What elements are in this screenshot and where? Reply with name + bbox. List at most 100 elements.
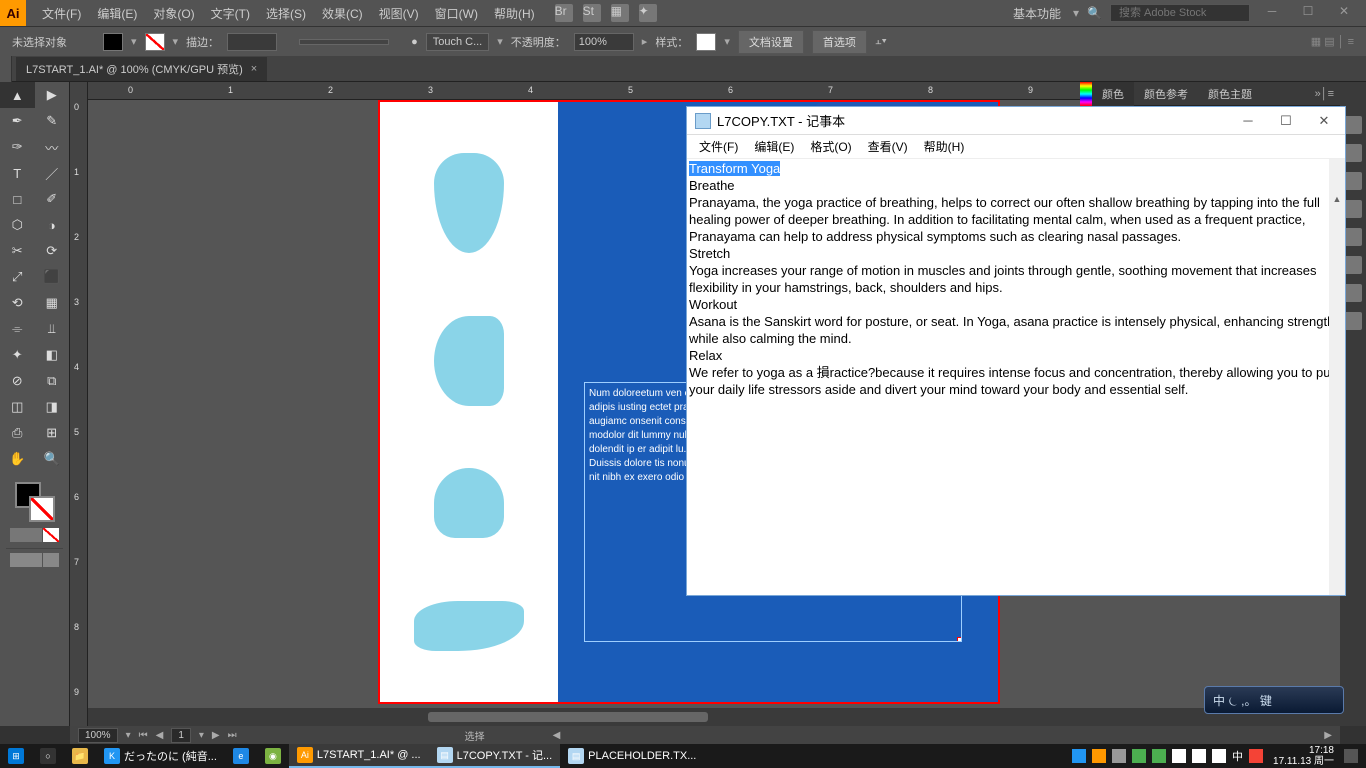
notepad-menu-item[interactable]: 格式(O) (802, 136, 859, 157)
tool-button[interactable]: ⧉ (35, 368, 70, 394)
notepad-maximize-button[interactable]: ☐ (1273, 113, 1299, 129)
panel-icon[interactable] (1344, 312, 1362, 330)
opacity-input[interactable] (574, 33, 634, 51)
menu-item[interactable]: 文字(T) (203, 5, 258, 22)
menu-item[interactable]: 窗口(W) (427, 5, 486, 22)
preferences-button[interactable]: 首选项 (812, 30, 867, 54)
battery-icon[interactable] (1172, 749, 1186, 763)
notepad-menu-item[interactable]: 帮助(H) (916, 136, 973, 157)
sogou-icon[interactable] (1249, 749, 1263, 763)
tool-button[interactable]: ✎ (35, 108, 70, 134)
align-icon[interactable]: ⫠▾ (875, 35, 887, 48)
tray-icon[interactable] (1092, 749, 1106, 763)
tray-icon[interactable] (1112, 749, 1126, 763)
fill-stroke-swatches[interactable] (15, 482, 55, 522)
network-icon[interactable] (1152, 749, 1166, 763)
draw-inside-icon[interactable] (43, 553, 59, 567)
maximize-button[interactable]: ☐ (1294, 4, 1322, 22)
prev-artboard-icon[interactable]: ◀ (156, 730, 164, 741)
tool-button[interactable]: ⬛ (35, 264, 70, 290)
taskbar-clock[interactable]: 17:18 17.11.13 周一 (1269, 745, 1338, 767)
gradient-mode-icon[interactable] (26, 528, 42, 542)
menu-item[interactable]: 选择(S) (258, 5, 314, 22)
color-mode-icon[interactable] (10, 528, 26, 542)
tool-button[interactable]: ⟲ (0, 290, 35, 316)
tool-button[interactable]: ⫫ (35, 316, 70, 342)
artboard-number[interactable]: 1 (171, 728, 191, 743)
notepad-window[interactable]: L7COPY.TXT - 记事本 ─ ☐ ✕ 文件(F)编辑(E)格式(O)查看… (686, 106, 1346, 596)
notepad-menu-item[interactable]: 查看(V) (860, 136, 916, 157)
tool-button[interactable]: ✋ (0, 446, 35, 472)
tool-button[interactable]: ◨ (35, 394, 70, 420)
tool-button[interactable]: ⊘ (0, 368, 35, 394)
document-setup-button[interactable]: 文档设置 (738, 30, 804, 54)
notepad-text-area[interactable]: Transform Yoga Breathe Pranayama, the yo… (687, 159, 1345, 595)
arrange-icon[interactable]: ▦ (611, 4, 629, 22)
menu-item[interactable]: 帮助(H) (486, 5, 543, 22)
ime-lang-icon[interactable]: 中 (1232, 748, 1243, 764)
stroke-color-icon[interactable] (29, 496, 55, 522)
fill-swatch[interactable] (103, 33, 123, 51)
tool-button[interactable]: T (0, 160, 35, 186)
first-artboard-icon[interactable]: ⏮ (139, 730, 148, 741)
taskbar-app[interactable]: ⊞ (0, 744, 32, 768)
menu-item[interactable]: 编辑(E) (89, 5, 145, 22)
tool-button[interactable]: ▦ (35, 290, 70, 316)
stroke-swatch[interactable] (145, 33, 165, 51)
close-tab-icon[interactable]: × (251, 63, 257, 75)
zoom-level[interactable]: 100% (78, 728, 118, 743)
panel-icon[interactable] (1344, 284, 1362, 302)
taskbar-app[interactable]: Kだったのに (純音... (96, 744, 225, 768)
gpu-icon[interactable]: ✦ (639, 4, 657, 22)
notepad-titlebar[interactable]: L7COPY.TXT - 记事本 ─ ☐ ✕ (687, 107, 1345, 135)
notepad-menu-item[interactable]: 编辑(E) (746, 136, 802, 157)
tool-button[interactable]: 〰 (35, 134, 70, 160)
tray-icon[interactable] (1072, 749, 1086, 763)
tool-button[interactable]: 🔍 (35, 446, 70, 472)
menu-item[interactable]: 文件(F) (34, 5, 89, 22)
search-stock-input[interactable] (1110, 4, 1250, 22)
tool-button[interactable]: ✐ (35, 186, 70, 212)
panel-icon[interactable] (1344, 116, 1362, 134)
draw-normal-icon[interactable] (10, 553, 26, 567)
tool-button[interactable]: ✑ (0, 134, 35, 160)
tool-button[interactable]: □ (0, 186, 35, 212)
tool-button[interactable]: ◫ (0, 394, 35, 420)
tool-button[interactable]: ✂ (0, 238, 35, 264)
scroll-left-icon[interactable]: ◀ (553, 730, 561, 741)
wifi-icon[interactable] (1192, 749, 1206, 763)
horizontal-scrollbar[interactable] (88, 708, 1340, 726)
taskbar-app[interactable]: ▤L7COPY.TXT - 记... (429, 744, 561, 768)
panel-icon[interactable] (1344, 228, 1362, 246)
brush-dropdown[interactable] (299, 39, 389, 45)
notepad-menu-item[interactable]: 文件(F) (691, 136, 746, 157)
menu-item[interactable]: 对象(O) (145, 5, 202, 22)
style-swatch[interactable] (696, 33, 716, 51)
ime-indicator[interactable]: 中 ⏾ ,。 键 (1204, 686, 1344, 714)
panel-tab-color[interactable]: 颜色 (1092, 82, 1134, 106)
tool-button[interactable]: ⎙ (0, 420, 35, 446)
tool-button[interactable]: ▲ (0, 82, 35, 108)
tool-button[interactable]: ⊞ (35, 420, 70, 446)
taskbar-app[interactable]: ○ (32, 744, 64, 768)
variable-width-profile[interactable]: Touch C... (426, 33, 490, 51)
notepad-close-button[interactable]: ✕ (1311, 113, 1337, 129)
volume-icon[interactable] (1212, 749, 1226, 763)
workspace-switcher[interactable]: 基本功能 (1013, 5, 1061, 22)
document-tab[interactable]: L7START_1.AI* @ 100% (CMYK/GPU 预览) × (16, 57, 267, 81)
bridge-icon[interactable]: Br (555, 4, 573, 22)
tool-button[interactable]: ◑ (35, 212, 70, 238)
menu-item[interactable]: 效果(C) (314, 5, 371, 22)
draw-behind-icon[interactable] (26, 553, 42, 567)
next-artboard-icon[interactable]: ▶ (212, 730, 220, 741)
toolbox-collapse-icon[interactable] (0, 56, 12, 82)
tool-button[interactable]: ／ (35, 160, 70, 186)
taskbar-app[interactable]: ▤PLACEHOLDER.TX... (560, 744, 704, 768)
notification-icon[interactable] (1344, 749, 1358, 763)
tray-icon[interactable] (1132, 749, 1146, 763)
panel-icon[interactable] (1344, 144, 1362, 162)
close-button[interactable]: ✕ (1330, 4, 1358, 22)
panel-icon[interactable] (1344, 200, 1362, 218)
taskbar-app[interactable]: e (225, 744, 257, 768)
panel-tab-color-themes[interactable]: 颜色主题 (1198, 82, 1262, 106)
